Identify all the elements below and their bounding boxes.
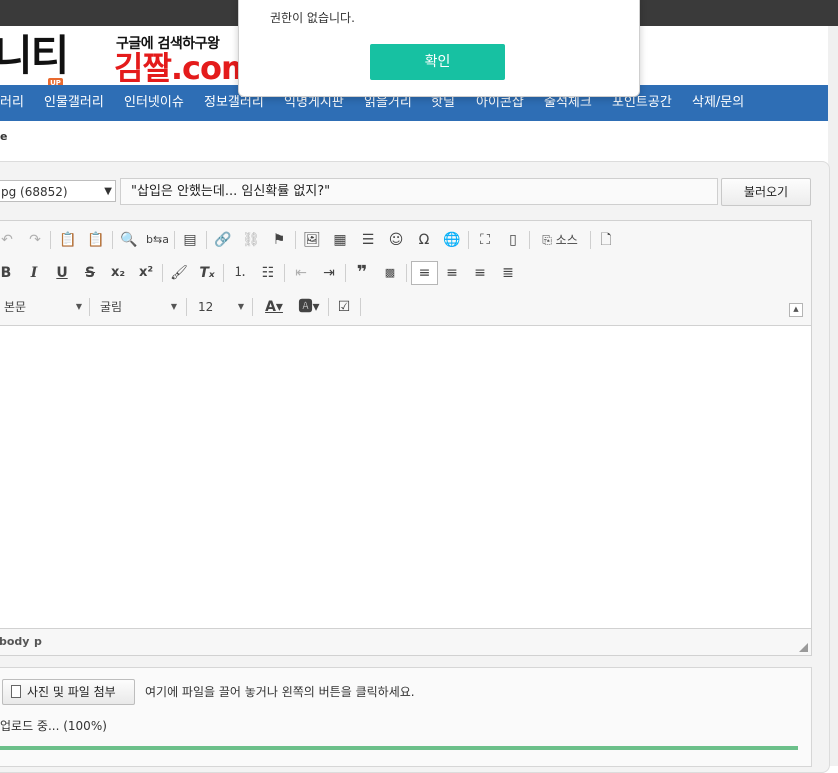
create-div-icon[interactable]: ▩	[380, 262, 400, 284]
breadcrumb: e	[0, 130, 8, 143]
smiley-icon[interactable]: ☺	[386, 229, 406, 251]
toolbar-divider	[162, 264, 163, 282]
toolbar-divider	[50, 231, 51, 249]
numbered-list-icon[interactable]: ⒈	[230, 262, 250, 284]
upload-progress-fill	[0, 746, 798, 750]
confirm-button[interactable]: 확인	[370, 44, 505, 80]
toolbar-divider	[89, 298, 90, 316]
paste-icon[interactable]: 📋	[58, 229, 78, 251]
align-justify-icon[interactable]: ≣	[498, 262, 518, 284]
strikethrough-icon[interactable]: S	[80, 262, 100, 284]
file-icon	[11, 685, 21, 698]
file-select-value: pg (68852)	[1, 185, 68, 199]
maximize-icon[interactable]: ⛶	[475, 229, 495, 251]
file-select[interactable]: pg (68852) ▼	[0, 180, 116, 202]
path-body[interactable]: body	[0, 629, 29, 655]
align-center-icon[interactable]: ≡	[442, 262, 462, 284]
path-p[interactable]: p	[34, 629, 42, 655]
page-break-icon[interactable]: ▤	[180, 229, 200, 251]
source-icon: ⎘	[542, 233, 552, 247]
format-combo-value: 본문	[4, 300, 27, 314]
alert-message: 권한이 없습니다.	[270, 11, 355, 25]
horizontal-rule-icon[interactable]: ☰	[358, 229, 378, 251]
indent-icon[interactable]: ⇥	[319, 262, 339, 284]
bold-icon[interactable]: B	[0, 262, 16, 284]
underline-icon[interactable]: U	[52, 262, 72, 284]
site-logo[interactable]: 니티	[0, 30, 69, 82]
format-painter-icon[interactable]: 🖌	[169, 262, 189, 284]
chevron-down-icon: ▼	[104, 186, 112, 197]
toolbar-divider	[112, 231, 113, 249]
blockquote-icon[interactable]: ❞	[352, 262, 372, 284]
font-combo[interactable]: 굴림 ▼	[100, 297, 177, 317]
toolbar-divider	[252, 298, 253, 316]
nav-item-internet-issue[interactable]: 인터넷이슈	[124, 85, 184, 121]
align-left-icon[interactable]: ≡	[411, 261, 438, 285]
caret-down-icon: ▼	[75, 302, 82, 311]
caret-down-icon: ▼	[237, 302, 244, 311]
upload-progress-bar	[0, 746, 798, 750]
format-combo[interactable]: 본문 ▼	[4, 297, 82, 317]
italic-icon[interactable]: I	[24, 262, 44, 284]
outdent-icon[interactable]: ⇤	[291, 262, 311, 284]
attach-file-button[interactable]: 사진 및 파일 첨부	[2, 679, 135, 705]
toolbar-divider	[223, 264, 224, 282]
drop-hint: 여기에 파일을 끌어 놓거나 왼쪽의 버튼을 클릭하세요.	[145, 685, 415, 699]
replace-icon[interactable]: b⇆a	[146, 229, 169, 251]
toolbar-divider	[345, 264, 346, 282]
link-icon[interactable]: 🔗	[213, 229, 233, 251]
redo-icon[interactable]: ↷	[26, 229, 44, 251]
toolbar-divider	[406, 264, 407, 282]
text-color-icon[interactable]: A▾	[260, 296, 288, 318]
checkbox-icon[interactable]: ☑	[334, 296, 354, 318]
toolbar-divider	[328, 298, 329, 316]
new-page-icon[interactable]: 🗋	[596, 229, 616, 251]
background-color-icon[interactable]: 🅰▾	[295, 296, 323, 318]
show-blocks-icon[interactable]: ▯	[503, 229, 523, 251]
toolbar-divider	[174, 231, 175, 249]
font-size-combo[interactable]: 12 ▼	[198, 297, 244, 317]
font-size-combo-value: 12	[198, 300, 214, 314]
toolbar-divider	[590, 231, 591, 249]
bulleted-list-icon[interactable]: ☷	[258, 262, 278, 284]
search-icon[interactable]: 🔍	[119, 229, 139, 251]
toolbar-divider	[295, 231, 296, 249]
editor-status-bar: body p	[0, 628, 812, 656]
toolbar-divider	[360, 298, 361, 316]
anchor-flag-icon[interactable]: ⚑	[269, 229, 289, 251]
toolbar-divider	[186, 298, 187, 316]
load-button[interactable]: 불러오기	[721, 178, 811, 206]
iframe-globe-icon[interactable]: 🌐	[442, 229, 462, 251]
unlink-icon[interactable]: ⛓	[241, 229, 261, 251]
image-icon[interactable]: 🖼	[302, 229, 322, 251]
resize-grip-icon[interactable]	[799, 643, 808, 652]
editor-content[interactable]	[0, 326, 812, 628]
toolbar-divider	[206, 231, 207, 249]
undo-icon[interactable]: ↶	[0, 229, 16, 251]
nav-item-delete-inquiry[interactable]: 삭제/문의	[692, 85, 744, 121]
special-char-icon[interactable]: Ω	[414, 229, 434, 251]
toolbar-divider	[468, 231, 469, 249]
subscript-icon[interactable]: x₂	[108, 262, 128, 284]
title-input[interactable]: "삽입은 안했는데... 임신확률 없지?"	[120, 178, 718, 205]
source-label: 소스	[555, 233, 578, 247]
attach-file-label: 사진 및 파일 첨부	[27, 685, 116, 699]
font-combo-value: 굴림	[100, 300, 123, 314]
banner-brand[interactable]: 김짤.com	[114, 48, 254, 88]
toolbar-divider	[529, 231, 530, 249]
remove-format-icon[interactable]: Tₓ	[197, 262, 217, 284]
align-right-icon[interactable]: ≡	[470, 262, 490, 284]
nav-item-gallery[interactable]: 러리	[0, 85, 24, 121]
caret-down-icon: ▼	[170, 302, 177, 311]
superscript-icon[interactable]: x²	[136, 262, 156, 284]
upload-progress-text: 업로드 중... (100%)	[0, 719, 107, 733]
nav-item-people-gallery[interactable]: 인물갤러리	[44, 85, 104, 121]
toolbar-divider	[284, 264, 285, 282]
collapse-toolbar-icon[interactable]: ▲	[789, 303, 803, 317]
paste-text-icon[interactable]: 📋	[86, 229, 106, 251]
source-button[interactable]: ⎘ 소스	[537, 229, 583, 251]
table-icon[interactable]: ▦	[330, 229, 350, 251]
